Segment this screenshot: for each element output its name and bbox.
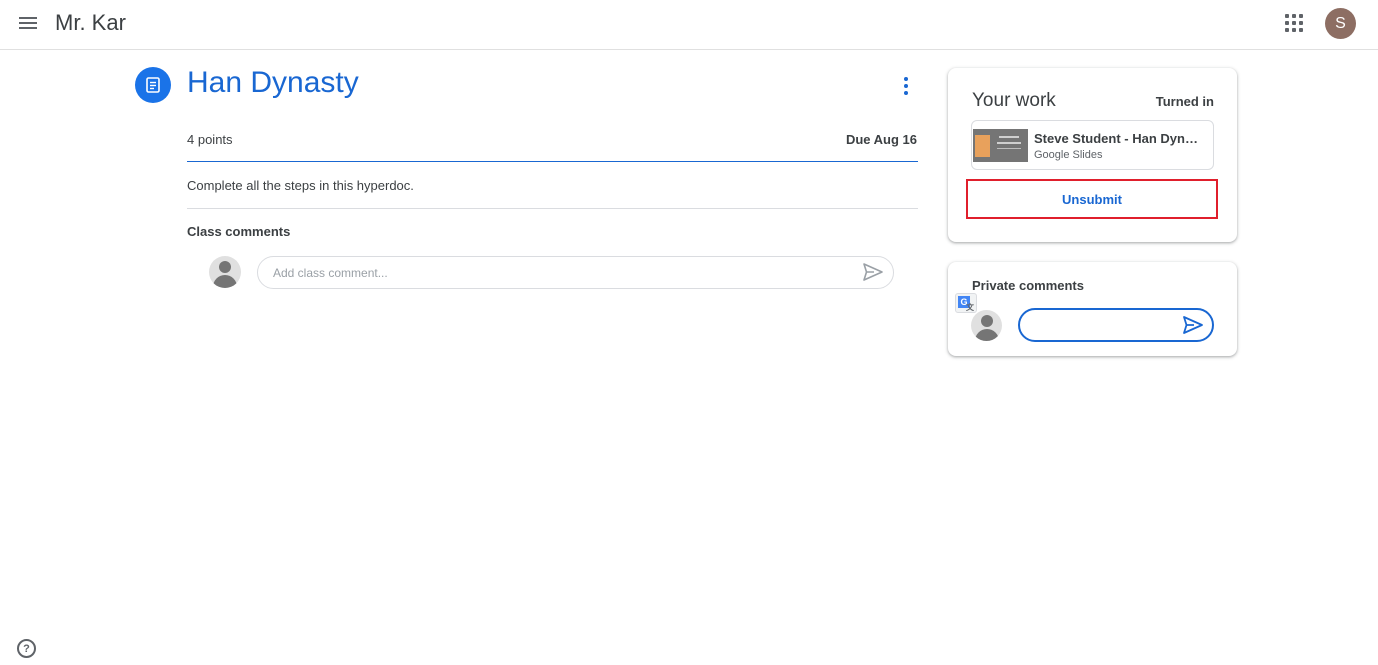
assignment-due-date: Due Aug 16 <box>845 132 917 147</box>
attachment-item[interactable]: Steve Student - Han Dynasty Google Slide… <box>971 120 1214 170</box>
comments-divider <box>187 208 918 209</box>
your-work-card: Your work Turned in Steve Student - Han … <box>948 68 1237 242</box>
more-vert-icon[interactable] <box>896 74 916 98</box>
hamburger-menu-icon[interactable] <box>16 11 40 35</box>
assignment-instructions: Complete all the steps in this hyperdoc. <box>187 178 414 193</box>
class-name[interactable]: Mr. Kar <box>55 10 126 36</box>
assignment-title: Han Dynasty <box>187 66 359 99</box>
your-work-title: Your work <box>972 90 1056 111</box>
assignment-points: 4 points <box>187 132 233 147</box>
send-icon[interactable] <box>862 261 884 283</box>
attachment-name: Steve Student - Han Dynasty <box>1034 131 1204 146</box>
help-icon[interactable]: ? <box>17 639 36 658</box>
apps-grid-icon[interactable] <box>1283 12 1305 34</box>
user-avatar-icon <box>971 310 1002 341</box>
user-avatar-icon <box>209 256 241 288</box>
private-comments-card: Private comments G文 <box>948 262 1237 356</box>
class-comment-input[interactable] <box>257 256 894 289</box>
class-comments-label: Class comments <box>187 224 291 239</box>
translate-icon[interactable]: G文 <box>955 293 977 313</box>
assignment-icon <box>135 67 171 103</box>
attachment-type: Google Slides <box>1034 149 1103 161</box>
top-app-bar: Mr. Kar S <box>0 0 1378 50</box>
send-icon[interactable] <box>1182 314 1204 336</box>
header-divider <box>187 161 918 162</box>
unsubmit-button[interactable]: Unsubmit <box>966 179 1218 219</box>
account-avatar[interactable]: S <box>1325 8 1356 39</box>
slides-thumbnail <box>973 129 1028 162</box>
submission-status: Turned in <box>1155 94 1214 109</box>
private-comments-label: Private comments <box>972 278 1084 293</box>
